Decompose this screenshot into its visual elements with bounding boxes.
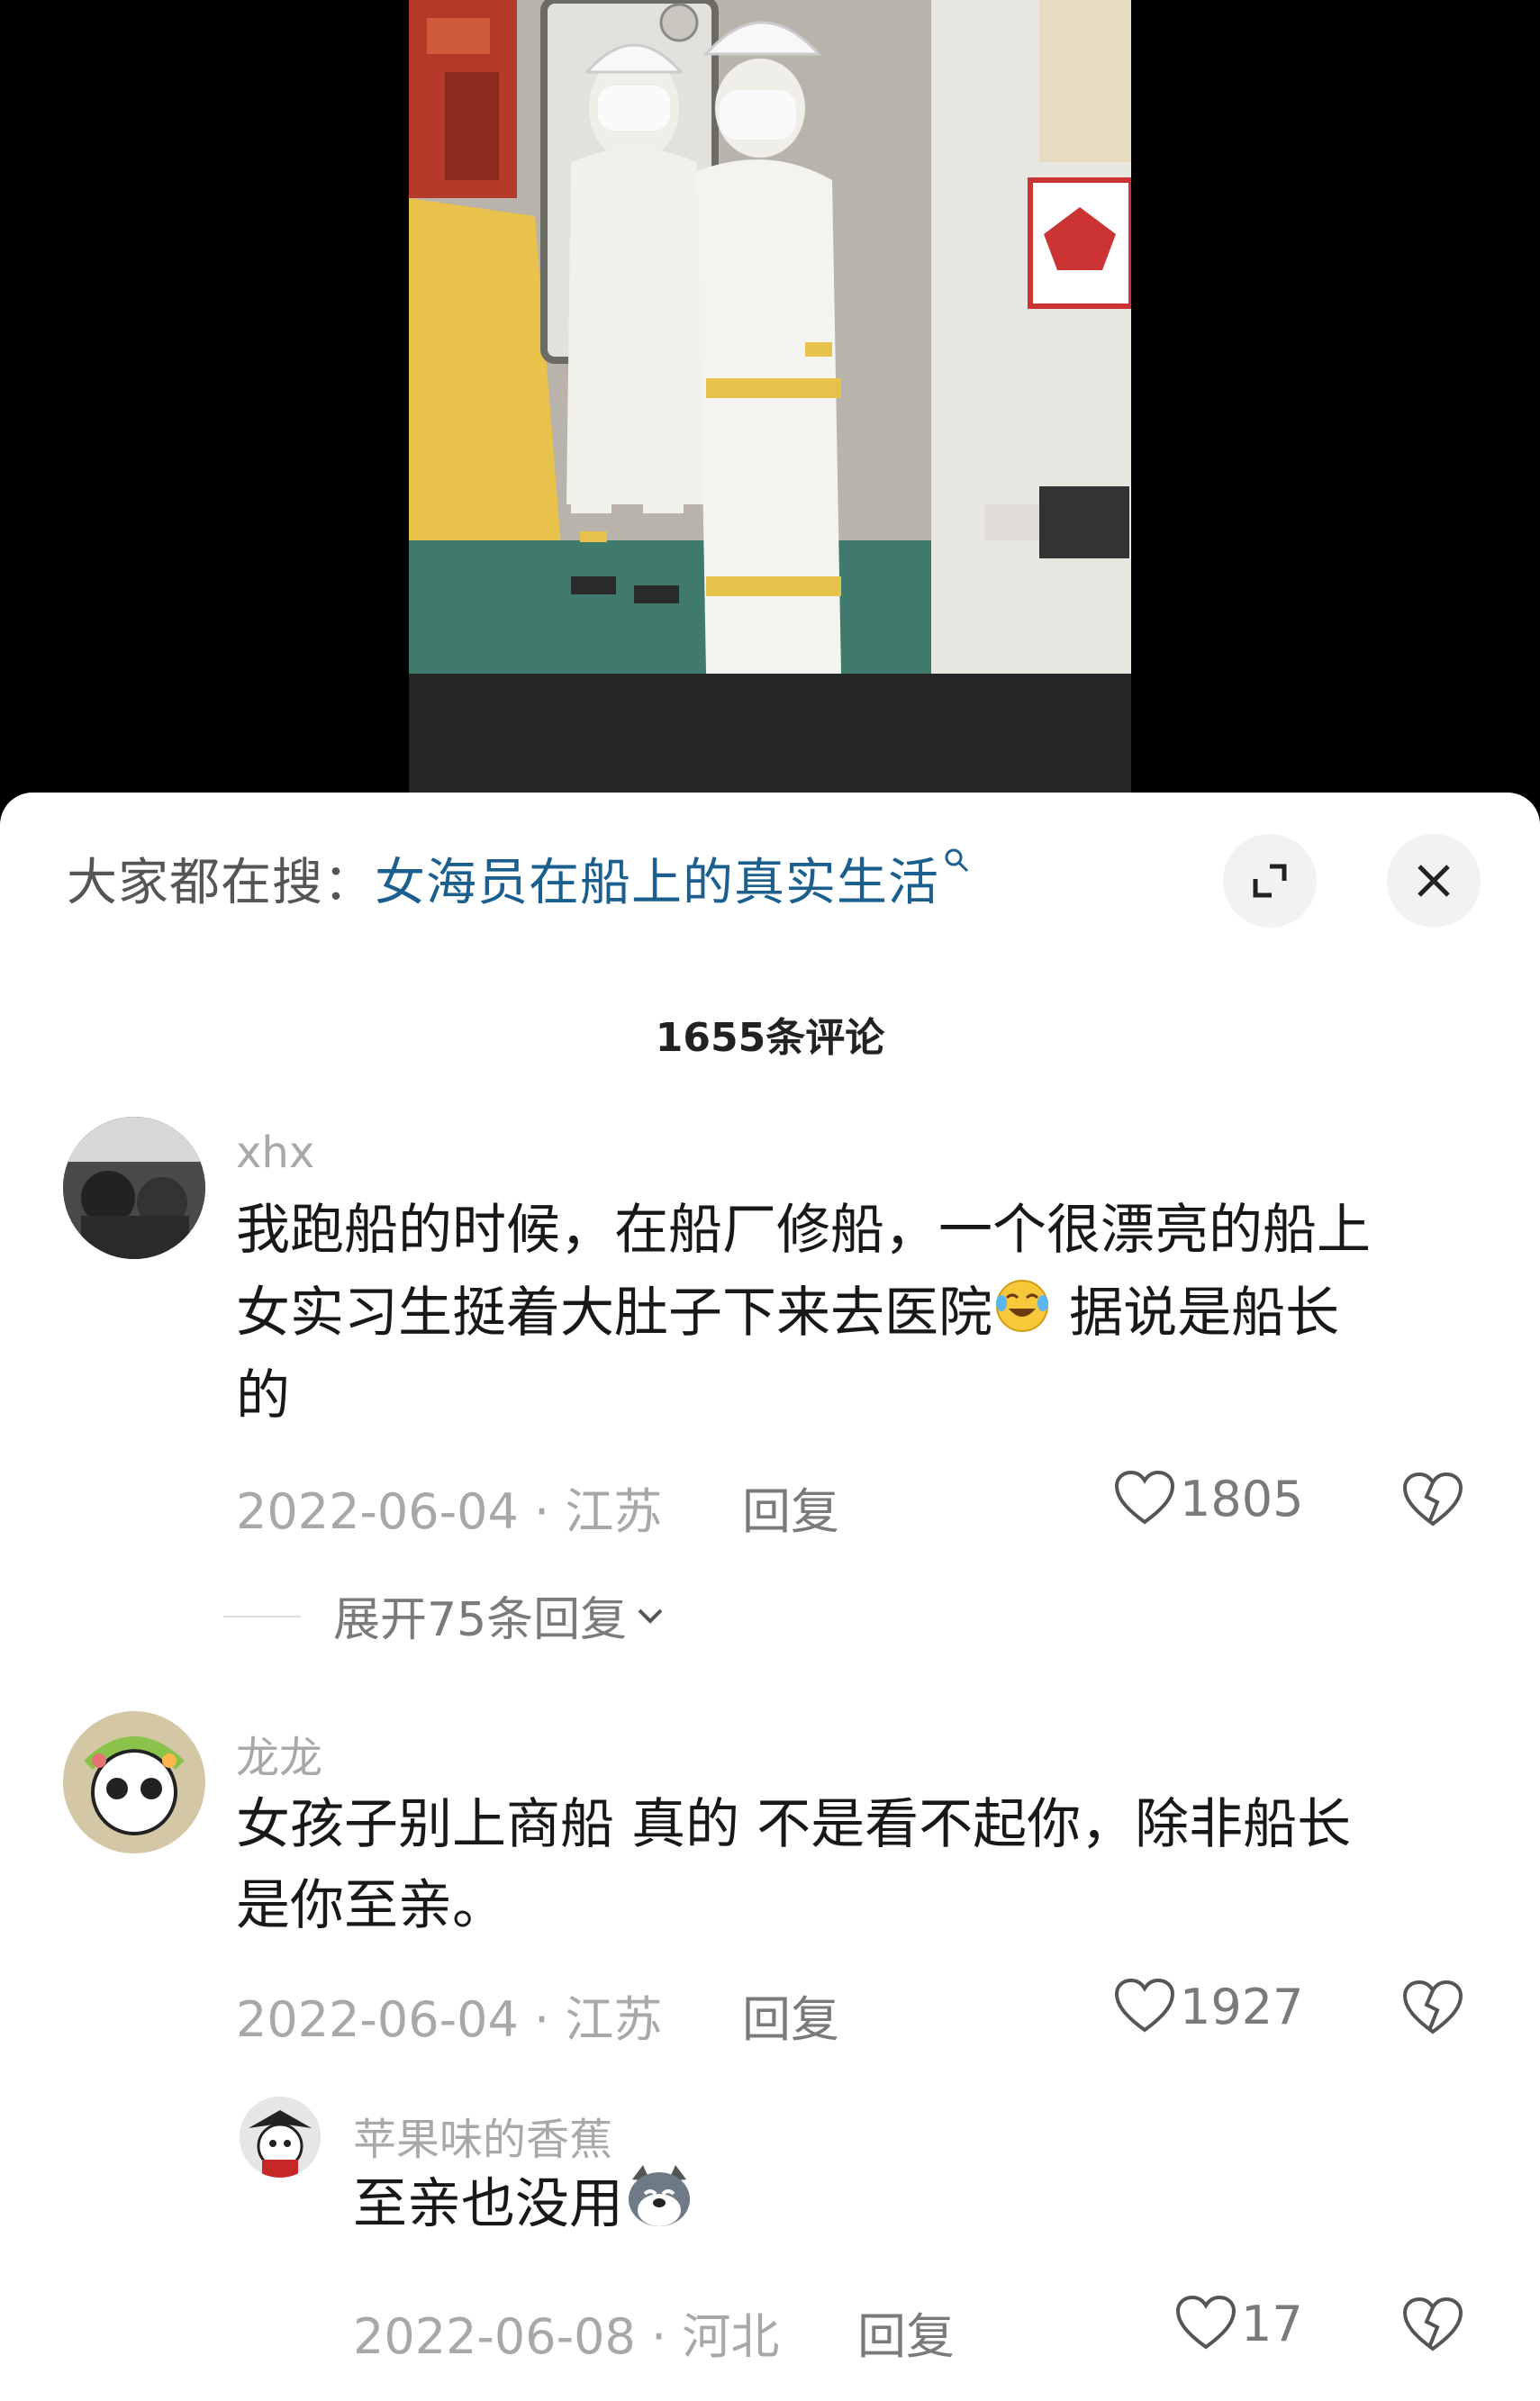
reply-username[interactable]: 苹果味的香蕉 xyxy=(353,2104,612,2167)
search-icon xyxy=(943,846,970,882)
avatar[interactable] xyxy=(63,1711,205,1853)
comment-text-line: 是你至亲。 xyxy=(236,1874,506,1937)
video-frame xyxy=(409,0,1131,793)
comment-count: 1655条评论 xyxy=(655,1015,885,1061)
comment-date: 2022-06-04 xyxy=(236,1483,519,1540)
expand-button[interactable] xyxy=(1223,834,1317,928)
reply-button[interactable]: 回复 xyxy=(742,1980,839,2051)
reply-date: 2022-06-08 xyxy=(353,2308,636,2365)
search-query-link[interactable]: 女海员在船上的真实生活 xyxy=(375,842,939,915)
broken-heart-icon xyxy=(1402,1472,1463,1527)
comment-date: 2022-06-04 xyxy=(236,1991,519,2048)
reply-text: 至亲也没用 xyxy=(353,2161,695,2253)
like-count: 1805 xyxy=(1180,1470,1304,1527)
search-prefix: 大家都在搜： xyxy=(67,853,375,912)
comment-region: 江苏 xyxy=(565,1991,663,2048)
video-bottom-bar xyxy=(409,674,1131,793)
heart-icon xyxy=(1175,2295,1237,2350)
comment-text-segment: 据说是船长 xyxy=(1052,1282,1340,1345)
crying-laughing-emoji xyxy=(992,1274,1052,1357)
reply-meta: 2022-06-08 · 河北 xyxy=(353,2297,779,2368)
divider xyxy=(223,1616,301,1617)
comment-region: 江苏 xyxy=(565,1483,663,1540)
comment-username[interactable]: xhx xyxy=(236,1128,314,1178)
comment-text-line: 我跑船的时候，在船厂修船，一个很漂亮的船上 xyxy=(236,1199,1371,1262)
meta-separator: · xyxy=(534,1991,550,2048)
comment-text-line: 女孩子别上商船 真的 不是看不起你，除非船长 xyxy=(236,1793,1352,1856)
broken-heart-icon xyxy=(1402,2297,1463,2351)
heart-icon xyxy=(1114,1978,1175,2033)
video-player[interactable] xyxy=(0,0,1540,802)
expand-replies-button[interactable]: 展开75条回复 xyxy=(333,1581,668,1649)
reply-button[interactable]: 回复 xyxy=(857,2297,955,2368)
like-button[interactable]: 17 xyxy=(1174,2295,1303,2352)
like-count: 17 xyxy=(1241,2295,1303,2352)
meta-separator: · xyxy=(651,2308,667,2365)
reply-button[interactable]: 回复 xyxy=(742,1472,839,1543)
reply-text-segment: 至亲也没用 xyxy=(353,2172,623,2236)
video-thumbnail xyxy=(409,0,1131,675)
chevron-down-icon xyxy=(638,1608,663,1624)
search-suggestion[interactable]: 大家都在搜： 女海员在船上的真实生活 xyxy=(67,839,970,917)
expand-replies-label: 展开75条回复 xyxy=(333,1593,628,1647)
dislike-button[interactable] xyxy=(1401,2297,1464,2358)
comment-meta: 2022-06-04 · 江苏 xyxy=(236,1980,662,2051)
comment-text-line: 女实习生挺着大肚子下来去医院 据说是船长 xyxy=(236,1272,1339,1357)
heart-icon xyxy=(1114,1470,1175,1525)
comment-text-line: 的 xyxy=(236,1364,290,1427)
close-button[interactable] xyxy=(1387,834,1481,928)
close-icon xyxy=(1418,865,1450,897)
comment-meta: 2022-06-04 · 江苏 xyxy=(236,1472,662,1543)
like-button[interactable]: 1927 xyxy=(1113,1978,1303,2035)
comment-username[interactable]: 龙龙 xyxy=(236,1722,322,1785)
comment-text-segment: 女实习生挺着大肚子下来去医院 xyxy=(236,1282,992,1345)
reply-region: 河北 xyxy=(682,2308,780,2365)
avatar[interactable] xyxy=(240,2097,321,2178)
dislike-button[interactable] xyxy=(1401,1980,1464,2041)
meta-separator: · xyxy=(534,1483,550,1540)
avatar[interactable] xyxy=(63,1117,205,1259)
broken-heart-icon xyxy=(1402,1980,1463,2034)
doge-emoji xyxy=(623,2161,695,2253)
like-count: 1927 xyxy=(1180,1978,1304,2035)
dislike-button[interactable] xyxy=(1401,1472,1464,1533)
expand-icon xyxy=(1253,864,1287,898)
comment-sheet: 大家都在搜： 女海员在船上的真实生活 1655条评论 xhx 我跑船的时候，在船… xyxy=(0,793,1540,2401)
like-button[interactable]: 1805 xyxy=(1113,1470,1303,1527)
